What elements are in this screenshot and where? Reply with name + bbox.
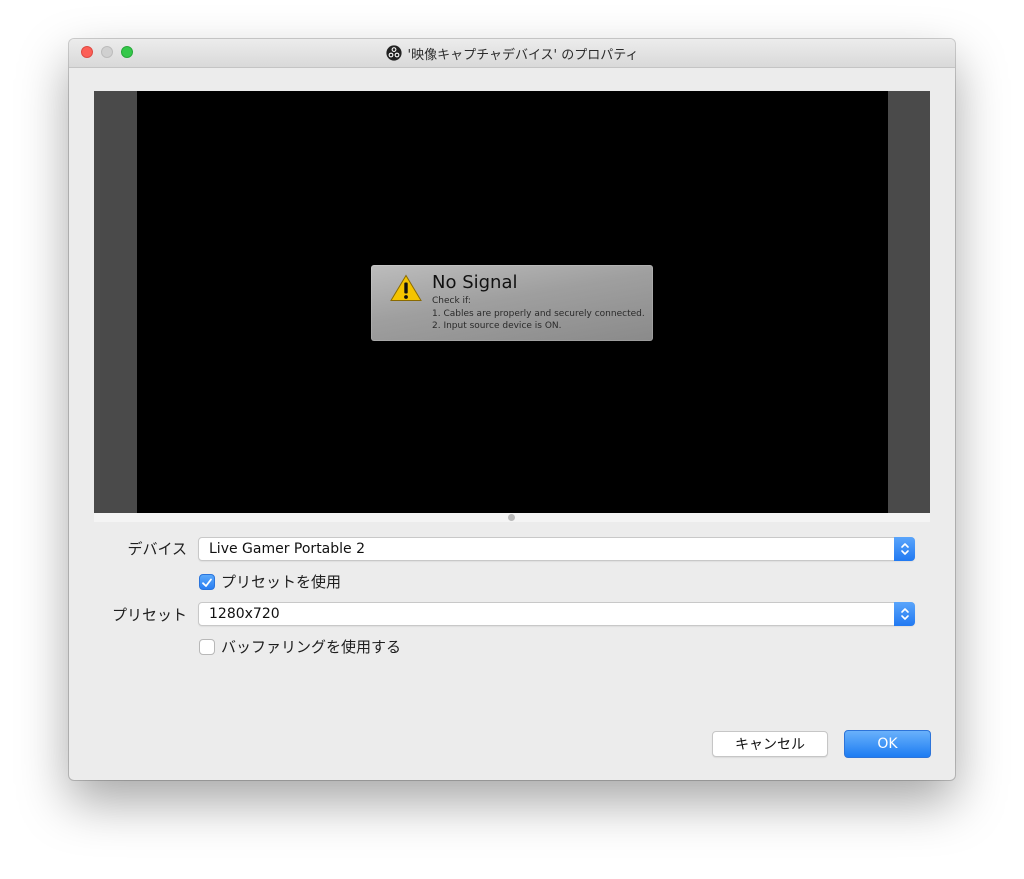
device-select[interactable]: Live Gamer Portable 2 (198, 537, 915, 561)
preview-video-area: No Signal Check if: 1. Cables are proper… (137, 91, 888, 513)
updown-chevron-icon (894, 602, 915, 626)
no-signal-overlay: No Signal Check if: 1. Cables are proper… (371, 265, 653, 341)
no-signal-title: No Signal (432, 272, 518, 293)
title-bar[interactable]: '映像キャプチャデバイス' のプロパティ (69, 39, 955, 68)
preset-label: プリセット (111, 606, 187, 624)
device-select-value: Live Gamer Portable 2 (209, 541, 366, 557)
obs-icon (385, 45, 402, 61)
window-title: '映像キャプチャデバイス' のプロパティ (407, 47, 639, 63)
warning-icon (390, 274, 422, 302)
no-signal-line: 1. Cables are properly and securely conn… (432, 308, 645, 319)
ok-button[interactable]: OK (844, 730, 931, 758)
buffering-checkbox[interactable] (199, 639, 215, 655)
no-signal-line: Check if: (432, 296, 471, 306)
preset-select-value: 1280x720 (209, 606, 280, 622)
no-signal-message: Check if: 1. Cables are properly and sec… (432, 295, 645, 333)
cancel-button[interactable]: キャンセル (712, 731, 828, 757)
properties-window: '映像キャプチャデバイス' のプロパティ No Signal Check if:… (69, 39, 955, 780)
preview-splitter[interactable] (94, 513, 930, 522)
no-signal-line: 2. Input source device is ON. (432, 321, 562, 331)
window-title-group: '映像キャプチャデバイス' のプロパティ (69, 39, 955, 67)
checkmark-icon (202, 578, 212, 587)
use-preset-checkbox[interactable] (199, 574, 215, 590)
updown-chevron-icon (894, 537, 915, 561)
use-preset-label[interactable]: プリセットを使用 (221, 571, 341, 592)
source-preview: No Signal Check if: 1. Cables are proper… (94, 91, 930, 513)
splitter-handle[interactable] (508, 514, 515, 521)
preset-select[interactable]: 1280x720 (198, 602, 915, 626)
buffering-label[interactable]: バッファリングを使用する (221, 636, 401, 657)
device-label: デバイス (127, 540, 187, 558)
